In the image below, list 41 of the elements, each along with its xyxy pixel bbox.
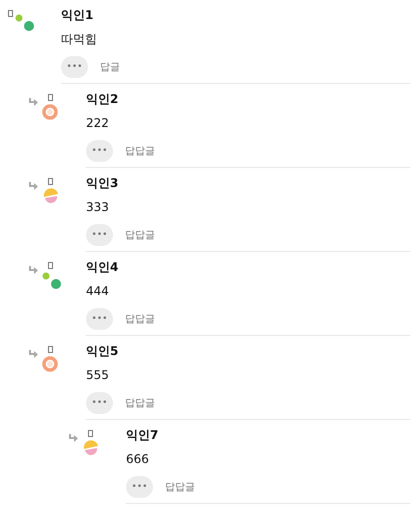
reply-link[interactable]: 답답글	[125, 312, 155, 326]
comment-text: 666	[126, 451, 150, 468]
reply-link[interactable]: 답답글	[125, 144, 155, 158]
more-button[interactable]: •••	[86, 140, 113, 162]
more-button[interactable]: •••	[86, 224, 113, 246]
more-button[interactable]: •••	[86, 392, 113, 414]
comment-text: 555	[86, 367, 110, 384]
reply-link[interactable]: 답답글	[125, 396, 155, 410]
avatar-icon	[42, 104, 58, 120]
broken-image-icon	[48, 346, 53, 353]
avatar-icon	[42, 272, 64, 292]
avatar-icon	[42, 356, 58, 372]
reply-arrow-icon	[28, 266, 38, 275]
broken-image-icon	[8, 10, 13, 17]
comment-text: 222	[86, 115, 110, 132]
comment-text: 333	[86, 199, 110, 216]
author-name: 익인4	[86, 259, 120, 276]
reply-arrow-icon	[68, 434, 78, 443]
author-name: 익인2	[86, 91, 120, 108]
reply-arrow-icon	[28, 350, 38, 359]
more-button[interactable]: •••	[86, 308, 113, 330]
reply-link[interactable]: 답답글	[125, 228, 155, 242]
avatar-icon	[82, 440, 100, 458]
more-button[interactable]: •••	[61, 56, 88, 78]
comment-text: 따먹힘	[61, 31, 98, 48]
reply-arrow-icon	[28, 98, 38, 107]
broken-image-icon	[48, 262, 53, 269]
author-name: 익인3	[86, 175, 120, 192]
author-name: 익인5	[86, 343, 120, 360]
more-button[interactable]: •••	[126, 476, 153, 498]
reply-arrow-icon	[28, 182, 38, 191]
author-name: 익인1	[61, 7, 94, 24]
broken-image-icon	[48, 178, 53, 185]
reply-link[interactable]: 답글	[100, 60, 120, 74]
comment-text: 444	[86, 283, 110, 300]
author-name: 익인7	[126, 427, 160, 444]
broken-image-icon	[48, 94, 53, 101]
avatar-icon	[15, 14, 37, 34]
broken-image-icon	[88, 430, 93, 437]
reply-link[interactable]: 답답글	[165, 480, 195, 494]
avatar-icon	[42, 188, 60, 206]
